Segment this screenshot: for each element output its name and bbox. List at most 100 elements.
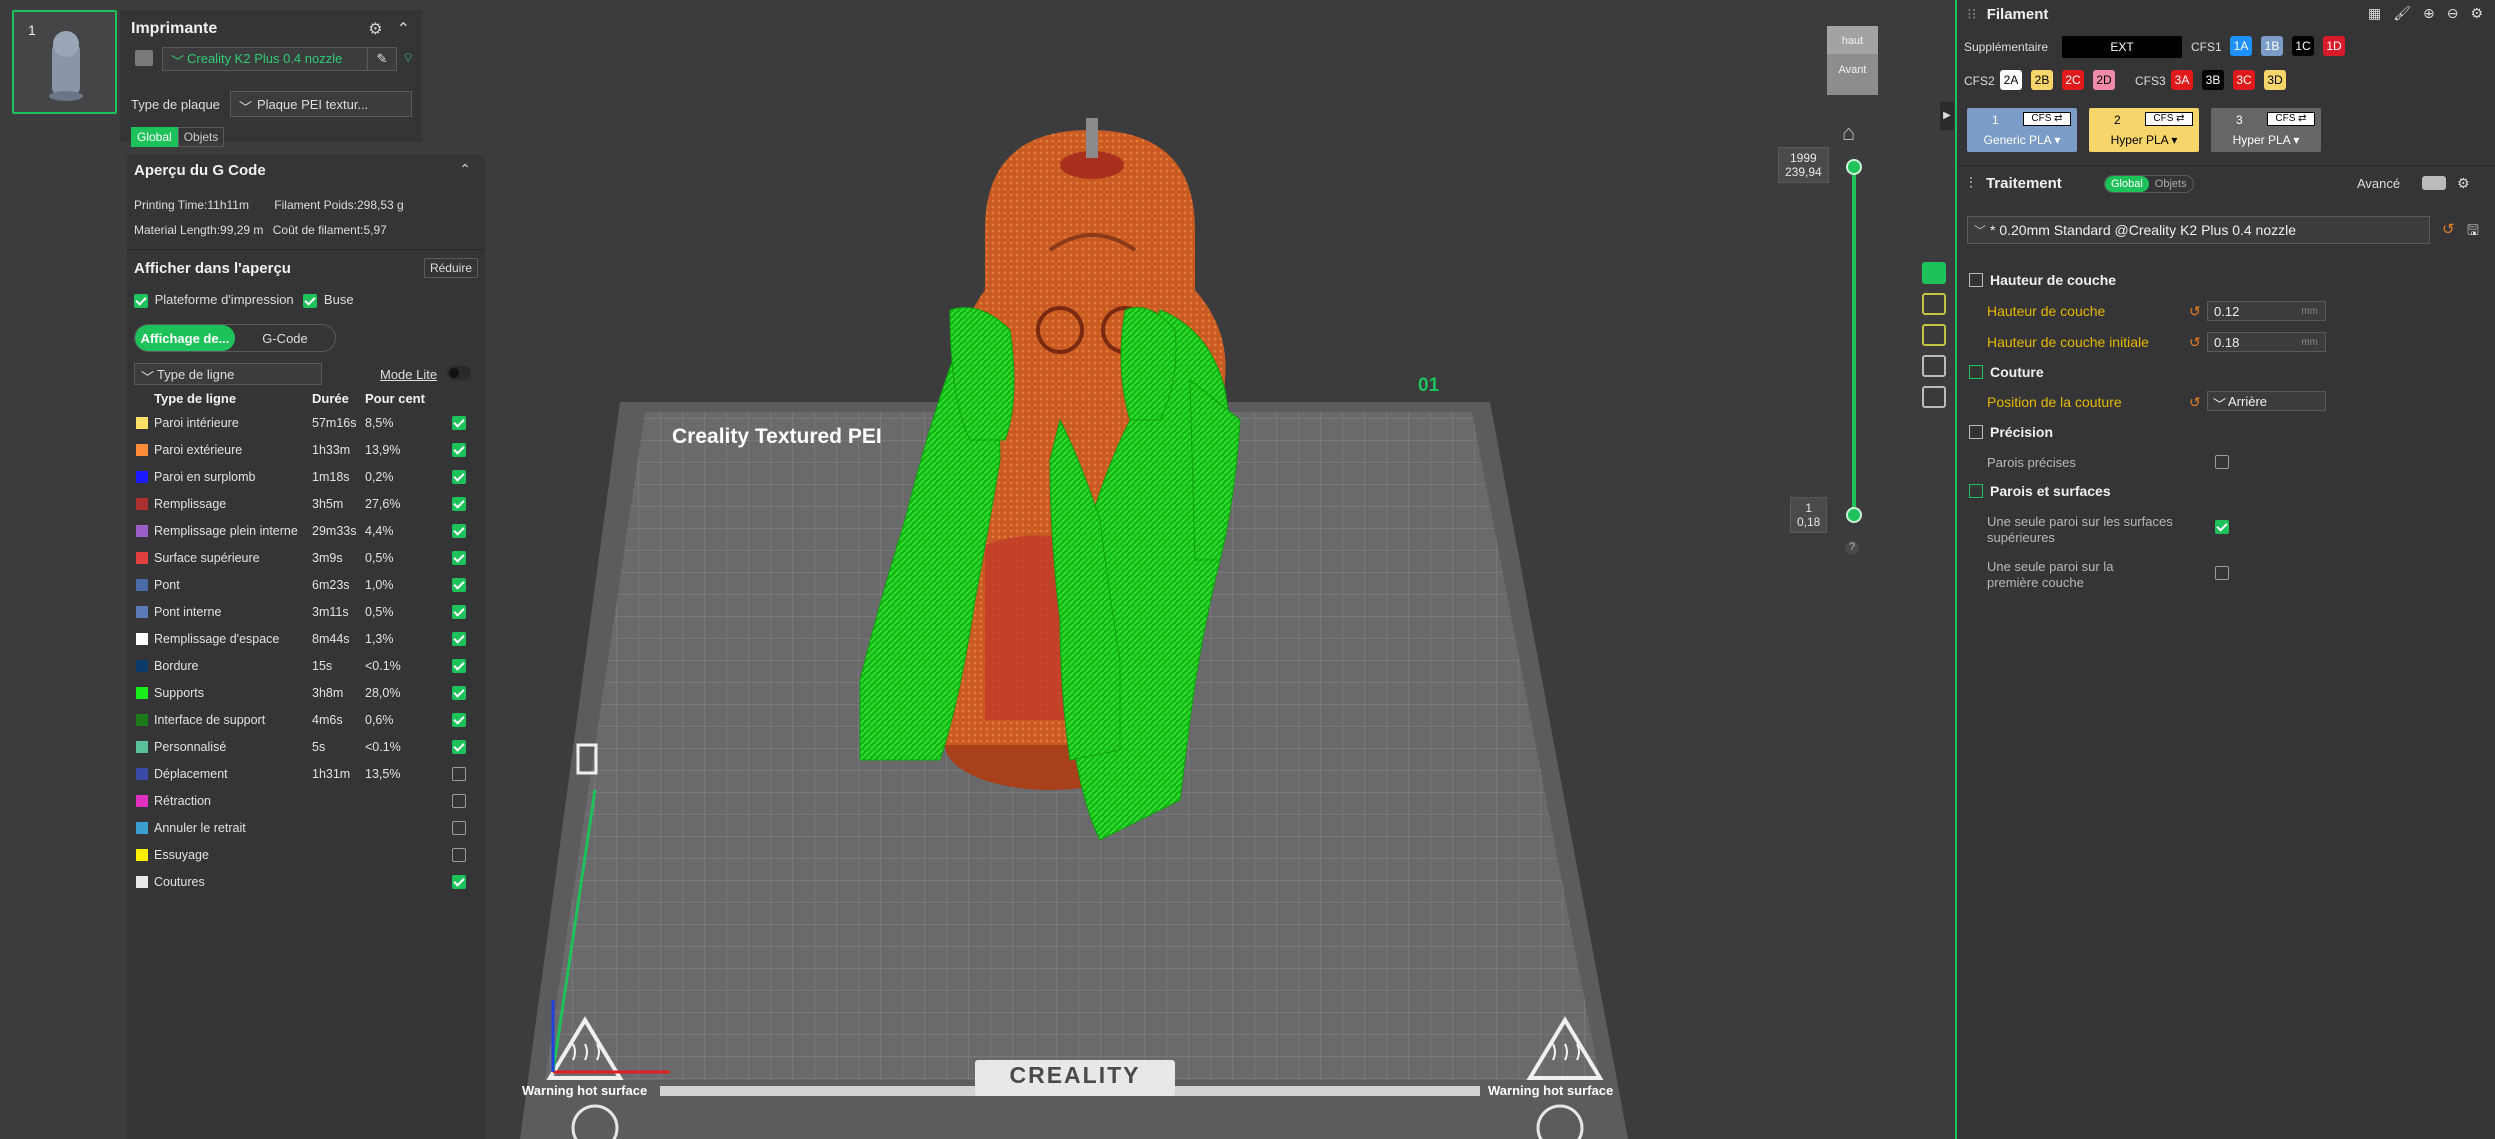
layer-slider-top-handle[interactable] xyxy=(1846,159,1862,175)
help-icon[interactable]: ? xyxy=(1845,541,1859,555)
initial-layer-height-input[interactable]: 0.18 mm xyxy=(2207,332,2326,352)
view-cube-top[interactable]: haut xyxy=(1827,26,1878,54)
layer-height-input[interactable]: 0.12 mm xyxy=(2207,301,2326,321)
plate-thumbnail[interactable]: 1 xyxy=(12,10,117,114)
layer-slider-bottom-handle[interactable] xyxy=(1846,507,1862,523)
quality-tab-icon[interactable] xyxy=(1922,262,1946,284)
tab-gcode[interactable]: G-Code xyxy=(235,325,335,351)
line-color-swatch xyxy=(136,768,148,781)
line-percent: 8,5% xyxy=(365,415,394,430)
view-cube[interactable]: haut Avant xyxy=(1827,26,1878,95)
settings-icon[interactable]: ⚙ xyxy=(2470,5,2483,22)
cfs-badge[interactable]: CFS ⇄ xyxy=(2145,112,2193,126)
filament-card-number: 3 xyxy=(2236,113,2243,127)
filament-slot-3a[interactable]: 3A xyxy=(2171,70,2193,90)
ext-slot[interactable]: EXT xyxy=(2062,36,2182,58)
gear-icon[interactable]: ⚙ xyxy=(368,19,382,39)
expand-panel-icon[interactable]: ▶ xyxy=(1940,102,1954,130)
filament-slot-2b[interactable]: 2B xyxy=(2031,70,2053,90)
cfs-badge[interactable]: CFS ⇄ xyxy=(2023,112,2071,126)
line-visibility-checkbox[interactable] xyxy=(452,550,466,565)
undo-icon[interactable]: ↺ xyxy=(2189,303,2201,320)
process-profile-select[interactable]: ﹀ * 0.20mm Standard @Creality K2 Plus 0.… xyxy=(1967,216,2430,244)
single-wall-top-checkbox[interactable] xyxy=(2215,520,2229,534)
filament-card-name[interactable]: Generic PLA ▾ xyxy=(1967,133,2077,147)
3d-viewport[interactable]: 1 Imprimante ⚙ ⌃ ﹀ Creality K2 Plus 0.4 … xyxy=(0,0,1955,1139)
filament-card-name[interactable]: Hyper PLA ▾ xyxy=(2089,133,2199,147)
line-visibility-checkbox[interactable] xyxy=(452,496,466,511)
process-settings-icon[interactable]: ⚙ xyxy=(2457,175,2470,192)
line-visibility-checkbox[interactable] xyxy=(452,820,466,835)
scope-global[interactable]: Global xyxy=(131,127,178,147)
line-type-name: Paroi extérieure xyxy=(154,442,243,457)
lite-mode-label[interactable]: Mode Lite xyxy=(380,367,437,382)
line-visibility-checkbox[interactable] xyxy=(452,631,466,646)
line-visibility-checkbox[interactable] xyxy=(452,415,466,430)
reset-icon[interactable]: ↺ xyxy=(2442,220,2455,238)
line-visibility-checkbox[interactable] xyxy=(452,739,466,754)
process-scope-global[interactable]: Global xyxy=(2105,176,2149,192)
cfs-badge[interactable]: CFS ⇄ xyxy=(2267,112,2315,126)
filament-slot-3b[interactable]: 3B xyxy=(2202,70,2224,90)
nozzle-checkbox[interactable] xyxy=(303,293,318,308)
undo-icon[interactable]: ↺ xyxy=(2189,394,2201,411)
collapse-icon[interactable]: ⌃ xyxy=(459,161,471,178)
view-cube-front[interactable]: Avant xyxy=(1827,64,1878,76)
printer-select[interactable]: ﹀ Creality K2 Plus 0.4 nozzle xyxy=(162,47,371,71)
supplementary-label: Supplémentaire xyxy=(1964,40,2049,54)
line-visibility-checkbox[interactable] xyxy=(452,712,466,727)
add-filament-icon[interactable]: ⊕ xyxy=(2423,5,2435,22)
filament-slot-1b[interactable]: 1B xyxy=(2261,36,2283,56)
reduce-button[interactable]: Réduire xyxy=(423,258,478,278)
tab-display[interactable]: Affichage de... xyxy=(135,325,235,351)
filament-slot-2c[interactable]: 2C xyxy=(2062,70,2084,90)
support-tab-icon[interactable] xyxy=(1922,324,1946,346)
edit-printer-button[interactable]: ✎ xyxy=(367,47,397,71)
line-visibility-checkbox[interactable] xyxy=(452,523,466,538)
line-visibility-checkbox[interactable] xyxy=(452,793,466,808)
line-visibility-checkbox[interactable] xyxy=(452,847,466,862)
filament-slot-3c[interactable]: 3C xyxy=(2233,70,2255,90)
line-visibility-checkbox[interactable] xyxy=(452,442,466,457)
filament-slot-2d[interactable]: 2D xyxy=(2093,70,2115,90)
seam-position-select[interactable]: ﹀ Arrière xyxy=(2207,391,2326,412)
undo-icon[interactable]: ↺ xyxy=(2189,334,2201,351)
line-visibility-checkbox[interactable] xyxy=(452,469,466,484)
multimaterial-tab-icon[interactable] xyxy=(1922,386,1946,408)
line-type-select[interactable]: ﹀ Type de ligne xyxy=(134,363,322,385)
filament-brush-icon[interactable]: 🖌 xyxy=(2393,5,2411,22)
line-visibility-checkbox[interactable] xyxy=(452,766,466,781)
table-row: Remplissage 3h5m 27,6% xyxy=(127,490,485,517)
strength-tab-icon[interactable] xyxy=(1922,293,1946,315)
lite-mode-toggle[interactable] xyxy=(447,366,471,380)
remove-filament-icon[interactable]: ⊖ xyxy=(2447,5,2459,22)
scope-objects[interactable]: Objets xyxy=(177,127,225,147)
single-wall-first-checkbox[interactable] xyxy=(2215,566,2229,580)
collapse-icon[interactable]: ⌃ xyxy=(397,19,410,39)
filament-card-1[interactable]: 1 CFS ⇄ Generic PLA ▾ xyxy=(1967,108,2077,152)
line-visibility-checkbox[interactable] xyxy=(452,685,466,700)
advanced-toggle[interactable] xyxy=(2422,176,2446,190)
filament-card-3[interactable]: 3 CFS ⇄ Hyper PLA ▾ xyxy=(2211,108,2321,152)
save-icon[interactable]: 🖫 xyxy=(2467,220,2479,244)
layer-slider-track[interactable] xyxy=(1852,167,1856,515)
filament-slot-1c[interactable]: 1C xyxy=(2292,36,2314,56)
filament-sync-icon[interactable]: ▦ xyxy=(2368,5,2381,22)
line-visibility-checkbox[interactable] xyxy=(452,874,466,889)
wifi-icon[interactable]: ⌔ xyxy=(402,50,414,66)
plate-type-select[interactable]: ﹀ Plaque PEI textur... xyxy=(230,91,412,117)
filament-slot-1a[interactable]: 1A xyxy=(2230,36,2252,56)
line-visibility-checkbox[interactable] xyxy=(452,577,466,592)
filament-card-name[interactable]: Hyper PLA ▾ xyxy=(2211,133,2321,147)
filament-slot-3d[interactable]: 3D xyxy=(2264,70,2286,90)
precise-walls-checkbox[interactable] xyxy=(2215,455,2229,469)
process-scope-objects[interactable]: Objets xyxy=(2149,176,2193,192)
others-tab-icon[interactable] xyxy=(1922,355,1946,377)
line-visibility-checkbox[interactable] xyxy=(452,658,466,673)
line-visibility-checkbox[interactable] xyxy=(452,604,466,619)
filament-slot-2a[interactable]: 2A xyxy=(2000,70,2022,90)
filament-card-2[interactable]: 2 CFS ⇄ Hyper PLA ▾ xyxy=(2089,108,2199,152)
plate-checkbox[interactable] xyxy=(134,293,148,308)
filament-slot-1d[interactable]: 1D xyxy=(2323,36,2345,56)
home-icon[interactable]: ⌂ xyxy=(1842,120,1855,146)
